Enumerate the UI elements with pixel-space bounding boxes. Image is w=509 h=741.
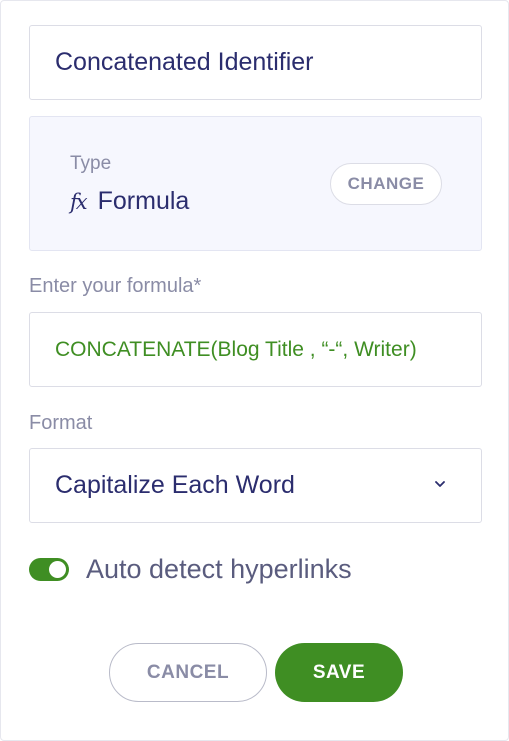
formula-input[interactable]: CONCATENATE(Blog Title , “-“, Writer) xyxy=(29,312,482,387)
type-label: Type xyxy=(70,153,112,174)
field-name-input[interactable]: Concatenated Identifier xyxy=(29,25,482,100)
formula-value: CONCATENATE(Blog Title , “-“, Writer) xyxy=(55,337,417,361)
format-label: Format xyxy=(29,412,93,434)
field-name-value: Concatenated Identifier xyxy=(55,48,314,76)
save-button[interactable]: SAVE xyxy=(275,643,403,702)
hyperlink-toggle-row: Auto detect hyperlinks xyxy=(29,554,352,585)
change-type-button[interactable]: CHANGE xyxy=(330,163,442,205)
type-section: Type fx Formula CHANGE xyxy=(29,116,482,251)
chevron-down-icon xyxy=(435,481,445,487)
type-value-row: fx Formula xyxy=(70,187,189,216)
formula-label: Enter your formula* xyxy=(29,275,202,297)
cancel-button[interactable]: CANCEL xyxy=(109,643,267,702)
formula-fx-icon: fx xyxy=(70,189,88,214)
type-value: Formula xyxy=(97,187,190,215)
hyperlink-toggle[interactable] xyxy=(29,558,69,581)
format-select[interactable]: Capitalize Each Word xyxy=(29,448,482,523)
format-selected-value: Capitalize Each Word xyxy=(55,471,295,499)
hyperlink-toggle-label: Auto detect hyperlinks xyxy=(86,554,352,584)
toggle-knob xyxy=(49,561,66,578)
field-config-panel: Concatenated Identifier Type fx Formula … xyxy=(0,0,509,741)
